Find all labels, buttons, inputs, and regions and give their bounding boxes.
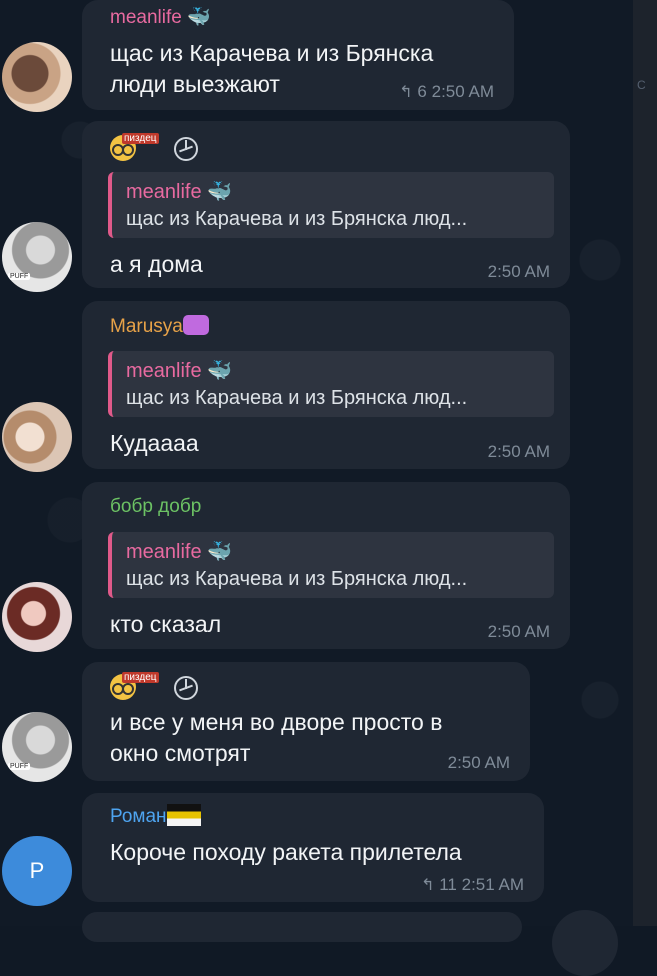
reply-preview[interactable]: meanlife 🐳 щас из Карачева и из Брянска … [108, 351, 554, 417]
scroll-down-button[interactable] [552, 910, 618, 976]
flag-icon [166, 804, 201, 826]
message-text-line: Кудаааа [110, 430, 199, 456]
message-time: 2:50 AM [487, 442, 550, 461]
reply-count[interactable]: 6 [417, 82, 426, 101]
mercedes-logo-icon [174, 676, 198, 700]
reply-sender: meanlife 🐳 [126, 541, 233, 563]
message-time: 2:50 AM [447, 753, 510, 772]
message-text-line: а я дома [110, 251, 203, 277]
message-meta: ↰ 6 2:50 AM [399, 82, 494, 102]
avatar-badge: PUFF [8, 273, 31, 280]
message-bubble[interactable] [82, 912, 522, 942]
message-text-line: люди выезжают [110, 71, 280, 97]
message-time: 2:50 AM [487, 262, 550, 281]
avatar[interactable]: Р [2, 836, 72, 906]
message-bubble[interactable]: бобр добр meanlife 🐳 щас из Карачева и и… [82, 482, 570, 649]
reply-sender: meanlife 🐳 [126, 360, 233, 382]
sender-name[interactable]: meanlife 🐳 [110, 5, 211, 29]
avatar[interactable]: PUFF [2, 712, 72, 782]
message-time: 2:50 AM [431, 82, 494, 101]
message-time: 2:51 AM [461, 875, 524, 894]
reply-sender: meanlife 🐳 [126, 181, 233, 203]
whale-icon: 🐳 [181, 7, 211, 28]
reply-preview[interactable]: meanlife 🐳 щас из Карачева и из Брянска … [108, 532, 554, 598]
message-text-line: окно смотрят [110, 740, 251, 766]
sender-name[interactable]: бобр добр [110, 496, 201, 518]
reply-arrow-icon: ↰ [421, 877, 435, 894]
sender-name[interactable]: Marusya [110, 314, 209, 338]
message-text-line: Короче походу ракета прилетела [110, 839, 462, 865]
side-panel-edge: С [633, 0, 657, 926]
message-bubble[interactable]: meanlife 🐳 щас из Карачева и из Брянска … [82, 0, 514, 110]
reply-preview[interactable]: meanlife 🐳 щас из Карачева и из Брянска … [108, 172, 554, 238]
avatar[interactable] [2, 42, 72, 112]
avatar[interactable]: PUFF [2, 222, 72, 292]
sender-tag: пиздец [122, 133, 159, 144]
side-panel-fragment: С [637, 78, 646, 92]
avatar-badge: PUFF [8, 763, 31, 770]
whale-icon: 🐳 [201, 541, 233, 563]
avatar[interactable] [2, 402, 72, 472]
reply-text: щас из Карачева и из Брянска люд... [126, 568, 468, 590]
message-text-line: щас из Карачева и из Брянска [110, 40, 434, 66]
whale-icon: 🐳 [201, 181, 233, 203]
avatar[interactable] [2, 582, 72, 652]
message-meta: ↰ 11 2:51 AM [421, 875, 524, 895]
sender-name[interactable]: Роман [110, 804, 201, 828]
whale-icon: 🐳 [201, 360, 233, 382]
message-bubble[interactable]: Роман Короче походу ракета прилетела ↰ 1… [82, 793, 544, 902]
message-bubble[interactable]: Marusya meanlife 🐳 щас из Карачева и из … [82, 301, 570, 469]
heart-icon [182, 314, 209, 335]
reply-arrow-icon: ↰ [399, 84, 413, 101]
reply-count[interactable]: 11 [439, 875, 457, 894]
sender-tag: пиздец [122, 672, 159, 683]
reply-text: щас из Карачева и из Брянска люд... [126, 387, 468, 409]
message-time: 2:50 AM [487, 622, 550, 641]
message-bubble[interactable]: пиздец meanlife 🐳 щас из Карачева и из Б… [82, 121, 570, 288]
mercedes-logo-icon [174, 137, 198, 161]
message-bubble[interactable]: пиздец и все у меня во дворе просто в ок… [82, 662, 530, 781]
reply-text: щас из Карачева и из Брянска люд... [126, 208, 468, 230]
message-text-line: и все у меня во дворе просто в [110, 709, 443, 735]
message-text-line: кто сказал [110, 611, 222, 637]
